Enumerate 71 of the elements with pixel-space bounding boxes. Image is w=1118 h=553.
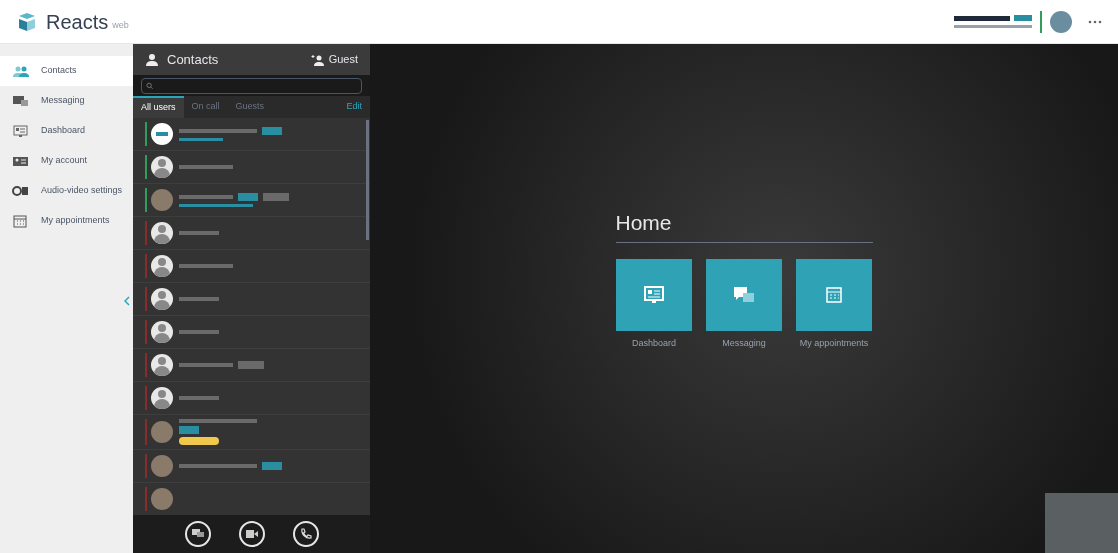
add-person-icon <box>310 53 325 66</box>
sidebar-item[interactable]: Dashboard <box>0 116 133 146</box>
home-tile[interactable] <box>796 258 872 331</box>
photo-placeholder <box>151 455 173 477</box>
app-logo-text: Reacts <box>46 9 109 35</box>
default-avatar <box>151 156 173 178</box>
default-avatar <box>151 321 173 343</box>
more-icon[interactable] <box>1088 19 1102 24</box>
logo-icon <box>16 10 38 33</box>
redacted-text <box>263 193 289 201</box>
panel-title: Contacts <box>167 50 219 69</box>
user-avatar[interactable] <box>1050 10 1072 33</box>
add-guest-button[interactable]: Guest <box>310 51 358 68</box>
chat-icon <box>191 529 204 539</box>
video-call-button[interactable] <box>238 521 265 547</box>
redacted-text <box>179 330 219 334</box>
camera-icon <box>12 184 29 198</box>
chat-icon <box>12 94 29 108</box>
redacted-text <box>179 396 219 400</box>
default-avatar <box>151 354 173 376</box>
chat-button[interactable] <box>184 521 211 547</box>
redacted-text <box>179 231 219 235</box>
default-avatar <box>151 288 173 310</box>
search-field[interactable] <box>141 77 362 94</box>
default-avatar <box>151 255 173 277</box>
logo-avatar <box>151 123 173 145</box>
sidebar-item[interactable]: Audio-video settings <box>0 176 133 206</box>
sidebar-item[interactable]: My appointments <box>0 206 133 236</box>
redacted-text <box>179 138 223 141</box>
collapse-icon[interactable] <box>124 296 130 306</box>
sidebar-item[interactable]: Contacts <box>0 56 133 86</box>
sidebar-item[interactable]: Messaging <box>0 86 133 116</box>
chat-icon <box>733 284 755 305</box>
photo-placeholder <box>151 189 173 211</box>
photo-placeholder <box>151 421 173 443</box>
person-icon <box>145 53 159 66</box>
sidebar-item[interactable]: My account <box>0 146 133 176</box>
redacted-text <box>179 297 219 301</box>
search-icon <box>146 81 154 90</box>
camera-icon <box>245 530 258 538</box>
redacted-text <box>179 363 233 367</box>
redacted-text <box>238 193 258 201</box>
monitor-icon <box>12 124 29 138</box>
redacted-text <box>238 361 264 369</box>
photo-placeholder <box>151 488 173 510</box>
monitor-icon <box>643 284 665 305</box>
default-avatar <box>151 222 173 244</box>
home-tile[interactable] <box>706 258 782 331</box>
phone-icon <box>299 528 312 540</box>
redacted-text <box>179 165 233 169</box>
app-logo-suffix: web <box>112 18 129 32</box>
redacted-text <box>262 462 282 470</box>
tile-label: Dashboard <box>632 336 676 350</box>
tile-label: Messaging <box>722 336 766 350</box>
id-card-icon <box>12 154 29 168</box>
scrollbar[interactable] <box>366 120 369 240</box>
calendar-icon <box>823 284 845 305</box>
redacted-text <box>262 127 282 135</box>
redacted-text <box>179 426 199 434</box>
people-icon <box>12 64 29 78</box>
filter-tab[interactable]: All users <box>133 96 184 118</box>
redacted-text <box>179 437 219 445</box>
redacted-text <box>179 264 233 268</box>
redacted-text <box>179 195 233 199</box>
calendar-icon <box>12 214 29 228</box>
phone-call-button[interactable] <box>292 521 319 547</box>
home-tile[interactable] <box>616 258 692 331</box>
edit-link[interactable]: Edit <box>346 99 362 113</box>
default-avatar <box>151 387 173 409</box>
home-title: Home <box>615 207 873 243</box>
tile-label: My appointments <box>799 336 869 350</box>
